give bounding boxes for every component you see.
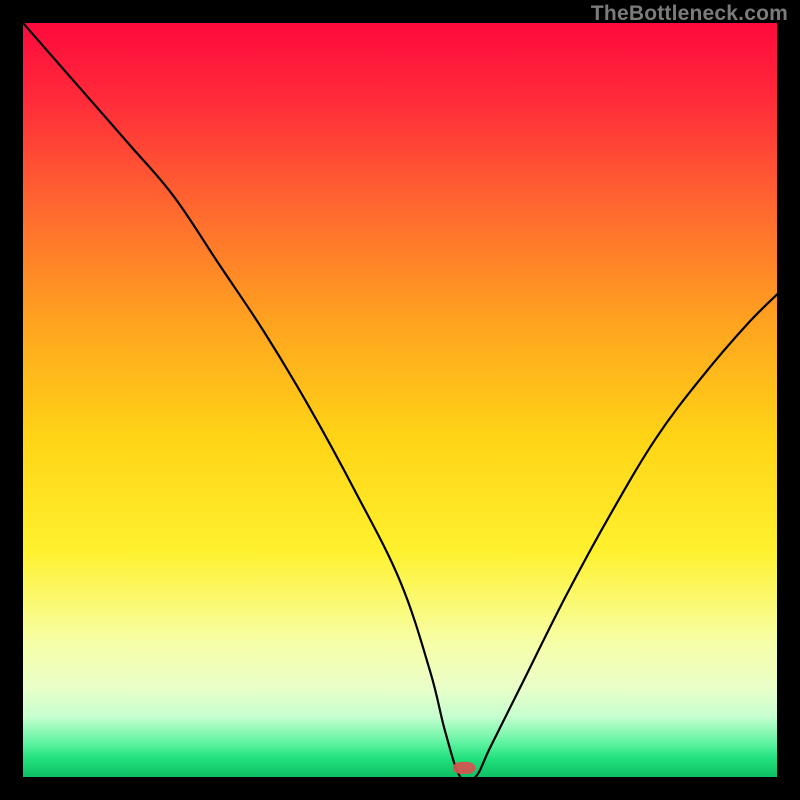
chart-frame: TheBottleneck.com xyxy=(0,0,800,800)
background-gradient xyxy=(23,23,777,777)
plot-area xyxy=(23,23,777,777)
